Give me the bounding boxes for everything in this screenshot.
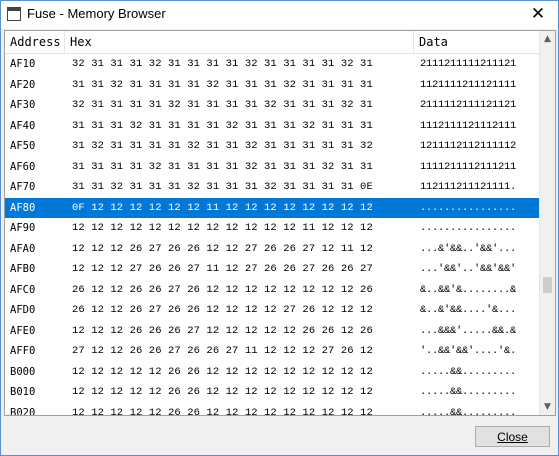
address-cell: AF90 <box>10 222 36 234</box>
hex-cell: 26 12 12 26 27 26 26 12 12 12 12 27 26 1… <box>72 304 373 316</box>
data-cell: 1112111121112111 <box>420 119 517 132</box>
app-icon <box>7 7 21 21</box>
close-button[interactable]: Close <box>475 426 550 447</box>
hex-cell: 27 12 12 26 26 27 26 26 27 11 12 12 12 2… <box>72 345 373 357</box>
hex-cell: 12 12 12 27 26 26 27 11 12 27 26 26 27 2… <box>72 263 373 275</box>
data-cell: 2111211111211121 <box>420 58 517 70</box>
column-header-data[interactable]: Data <box>414 31 541 53</box>
column-header-hex[interactable]: Hex <box>65 31 414 53</box>
table-row[interactable]: AF10 32 31 31 31 32 31 31 31 31 32 31 31 … <box>5 54 541 75</box>
hex-cell: 31 31 32 31 31 31 31 32 31 31 31 32 31 3… <box>72 78 373 91</box>
address-cell: AF30 <box>10 99 36 111</box>
data-cell: &..&'&&....'&... <box>420 304 517 316</box>
data-cell: ................ <box>420 201 517 214</box>
address-cell: AF60 <box>10 160 36 173</box>
address-cell: B000 <box>10 365 36 378</box>
data-cell: '..&&'&&'....'&. <box>420 345 517 357</box>
data-cell: .....&&......... <box>420 406 517 416</box>
address-cell: B010 <box>10 386 36 398</box>
table-row[interactable]: AF40 31 31 31 32 31 31 31 31 32 31 31 31 … <box>5 116 541 137</box>
table-row[interactable]: AF30 32 31 31 31 31 32 31 31 31 31 32 31 … <box>5 95 541 116</box>
table-row[interactable]: AF80 0F 12 12 12 12 12 12 11 12 12 12 12 … <box>5 197 541 218</box>
table-row[interactable]: AF60 31 31 31 31 32 31 31 31 31 32 31 31 … <box>5 157 541 178</box>
hex-cell: 12 12 12 12 12 26 26 12 12 12 12 12 12 1… <box>72 406 373 416</box>
data-cell: 112111211121111. <box>420 181 517 193</box>
data-cell: ...&'&&..'&&'... <box>420 242 517 255</box>
table-row[interactable]: B010 12 12 12 12 12 26 26 12 12 12 12 12 … <box>5 382 541 403</box>
data-cell: .....&&......... <box>420 386 517 398</box>
hex-cell: 31 31 32 31 31 31 32 31 31 31 32 31 31 3… <box>72 181 373 193</box>
hex-cell: 12 12 12 12 12 26 26 12 12 12 12 12 12 1… <box>72 386 373 398</box>
table-rows: AF10 32 31 31 31 32 31 31 31 31 32 31 31 … <box>5 54 541 416</box>
address-cell: AFE0 <box>10 324 36 337</box>
table-row[interactable]: AFD0 26 12 12 26 27 26 26 12 12 12 12 27 … <box>5 300 541 321</box>
data-cell: ...'&&'..'&&'&&' <box>420 263 517 275</box>
scroll-down-icon[interactable]: ▼ <box>540 399 555 415</box>
table-row[interactable]: AFE0 12 12 12 26 26 26 27 12 12 12 12 12 … <box>5 321 541 342</box>
hex-cell: 12 12 12 12 12 12 12 12 12 12 12 12 11 1… <box>72 222 373 234</box>
hex-cell: 12 12 12 26 26 26 27 12 12 12 12 12 26 2… <box>72 324 373 337</box>
data-cell: 1111211112111211 <box>420 160 517 173</box>
scroll-up-icon[interactable]: ▲ <box>540 31 555 47</box>
table-row[interactable]: AFA0 12 12 12 26 27 26 26 12 12 27 26 26 … <box>5 239 541 260</box>
table-row[interactable]: B000 12 12 12 12 12 26 26 12 12 12 12 12 … <box>5 362 541 383</box>
data-cell: .....&&......... <box>420 365 517 378</box>
address-cell: AFA0 <box>10 242 36 255</box>
title-bar: Fuse - Memory Browser ✕ <box>1 1 558 29</box>
address-cell: AF80 <box>10 201 36 214</box>
hex-cell: 12 12 12 12 12 26 26 12 12 12 12 12 12 1… <box>72 365 373 378</box>
hex-cell: 32 31 31 31 32 31 31 31 31 32 31 31 31 3… <box>72 58 373 70</box>
address-cell: AFF0 <box>10 345 36 357</box>
data-cell: ...&&&'.....&&.& <box>420 324 517 337</box>
hex-cell: 32 31 31 31 31 32 31 31 31 31 32 31 31 3… <box>72 99 373 111</box>
hex-cell: 31 32 31 31 31 31 32 31 31 32 31 31 31 3… <box>72 140 373 152</box>
hex-cell: 26 12 12 26 26 27 26 12 12 12 12 12 12 1… <box>72 283 373 296</box>
address-cell: AFB0 <box>10 263 36 275</box>
table-row[interactable]: AFF0 27 12 12 26 26 27 26 26 27 11 12 12 … <box>5 341 541 362</box>
table-row[interactable]: AFB0 12 12 12 27 26 26 27 11 12 27 26 26 … <box>5 259 541 280</box>
window-title: Fuse - Memory Browser <box>27 6 166 21</box>
address-cell: AFD0 <box>10 304 36 316</box>
hex-cell: 31 31 31 32 31 31 31 31 32 31 31 31 32 3… <box>72 119 373 132</box>
table-header: Address Hex Data <box>5 31 541 54</box>
address-cell: AF10 <box>10 58 36 70</box>
address-cell: AF50 <box>10 140 36 152</box>
hex-cell: 12 12 12 26 27 26 26 12 12 27 26 26 27 1… <box>72 242 373 255</box>
data-cell: &..&&'&........& <box>420 283 517 296</box>
table-row[interactable]: AF90 12 12 12 12 12 12 12 12 12 12 12 12 … <box>5 218 541 239</box>
data-cell: ................ <box>420 222 517 234</box>
table-row[interactable]: AF20 31 31 32 31 31 31 31 32 31 31 31 32 … <box>5 75 541 96</box>
hex-cell: 0F 12 12 12 12 12 12 11 12 12 12 12 12 1… <box>72 201 373 214</box>
scroll-thumb[interactable] <box>543 277 552 293</box>
address-cell: AF20 <box>10 78 36 91</box>
table-row[interactable]: AF50 31 32 31 31 31 31 32 31 31 32 31 31 … <box>5 136 541 157</box>
address-cell: AF40 <box>10 119 36 132</box>
memory-browser-window: Fuse - Memory Browser ✕ Address Hex Data… <box>0 0 559 456</box>
address-cell: B020 <box>10 406 36 416</box>
hex-cell: 31 31 31 31 32 31 31 31 31 32 31 31 31 3… <box>72 160 373 173</box>
close-window-icon[interactable]: ✕ <box>518 1 558 29</box>
data-cell: 2111112111121121 <box>420 99 517 111</box>
table-row[interactable]: B020 12 12 12 12 12 26 26 12 12 12 12 12 … <box>5 403 541 416</box>
address-cell: AFC0 <box>10 283 36 296</box>
data-cell: 1211112112111112 <box>420 140 517 152</box>
data-cell: 1121111211121111 <box>420 78 517 91</box>
close-button-label: Close <box>497 430 528 444</box>
address-cell: AF70 <box>10 181 36 193</box>
column-header-address[interactable]: Address <box>5 31 65 53</box>
memory-table[interactable]: Address Hex Data AF10 32 31 31 31 32 31 3… <box>4 30 556 416</box>
table-row[interactable]: AF70 31 31 32 31 31 31 32 31 31 31 32 31 … <box>5 177 541 198</box>
table-row[interactable]: AFC0 26 12 12 26 26 27 26 12 12 12 12 12 … <box>5 280 541 301</box>
vertical-scrollbar[interactable]: ▲ ▼ <box>539 31 555 415</box>
